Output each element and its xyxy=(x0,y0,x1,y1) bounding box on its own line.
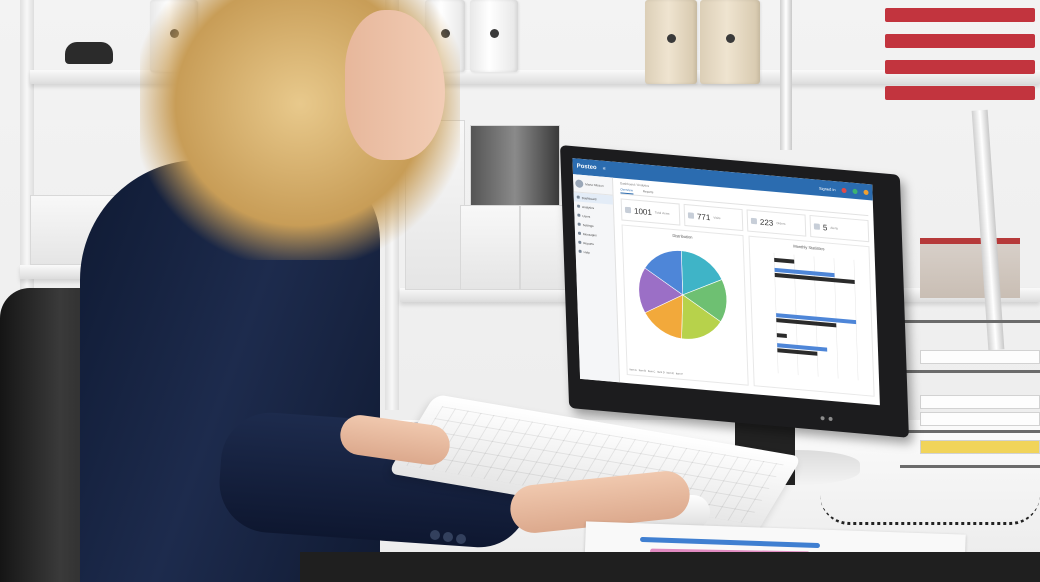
binder-beige xyxy=(700,0,760,84)
sidebar-item-label: Analytics xyxy=(581,204,595,210)
nav-icon xyxy=(576,195,580,199)
stat-label: Visits xyxy=(713,215,721,221)
sidebar-item-label: Dashboard xyxy=(581,195,597,201)
legend-entry: Item B xyxy=(638,369,646,373)
red-tray xyxy=(885,86,1035,100)
pie-panel: Distribution Item A Item B Item C Item D Ite… xyxy=(621,224,749,386)
monitor: Posteo ≡ Signed in Marta Nilsson Dashboa… xyxy=(560,145,909,438)
pie-chart xyxy=(638,250,728,340)
bar-chart xyxy=(773,252,858,381)
red-tray xyxy=(885,60,1035,74)
nav-icon xyxy=(578,249,582,253)
stat-value: 1001 xyxy=(633,206,652,217)
binder xyxy=(470,0,518,72)
stat-label: Alerts xyxy=(830,225,839,231)
bar-1-series-2 xyxy=(773,257,794,264)
stat-icon xyxy=(813,223,821,230)
red-tray xyxy=(885,8,1035,22)
magazine-folder xyxy=(460,205,520,290)
app-sidebar: Marta Nilsson Dashboard Analytics Users Set… xyxy=(572,174,621,383)
desk-edge xyxy=(300,552,1040,582)
sidebar-item-label: Help xyxy=(583,249,590,255)
profile-name: Marta Nilsson xyxy=(585,181,604,188)
stat-card: 223 Orders xyxy=(746,209,807,237)
stat-value: 771 xyxy=(696,211,711,222)
legend-entry: Item D xyxy=(657,370,665,375)
nav-icon xyxy=(577,213,581,217)
avatar xyxy=(575,178,584,188)
lamp-pole xyxy=(780,0,792,150)
nav-icon xyxy=(577,204,581,208)
bar-panel: Monthly Statistics xyxy=(747,235,875,397)
app-content: Dashboard / Analytics Overview Reports 1… xyxy=(615,178,880,405)
menu-icon: ≡ xyxy=(602,165,606,173)
stapler xyxy=(65,42,113,64)
office-scene: Posteo ≡ Signed in Marta Nilsson Dashboa… xyxy=(0,0,1040,582)
legend-entry: Item A xyxy=(629,368,637,372)
pie-legend: Item A Item B Item C Item D Item E Item F xyxy=(630,368,746,381)
stat-icon xyxy=(687,212,695,219)
status-dot xyxy=(841,187,847,193)
nav-icon xyxy=(577,222,581,226)
legend-entry: Item C xyxy=(647,369,656,374)
stat-value: 223 xyxy=(759,217,774,228)
stat-icon xyxy=(750,217,758,225)
status-dot xyxy=(852,188,858,194)
sidebar-item-label: Reports xyxy=(583,240,594,246)
binder-beige xyxy=(645,0,697,84)
stat-label: Orders xyxy=(776,221,786,226)
wire-document-tray xyxy=(900,290,1040,490)
stat-card: 771 Visits xyxy=(683,203,744,232)
folder-files xyxy=(470,125,560,215)
sidebar-item-label: Messages xyxy=(582,231,597,237)
tab-reports[interactable]: Reports xyxy=(643,189,654,196)
storage-box xyxy=(920,238,1020,298)
nav-icon xyxy=(578,240,582,244)
stat-card: 1001 Total views xyxy=(620,198,681,226)
stat-card: 5 Alerts xyxy=(809,214,870,243)
stat-icon xyxy=(624,206,632,214)
sidebar-item-label: Users xyxy=(582,213,591,219)
tab-overview[interactable]: Overview xyxy=(620,187,633,195)
stat-value: 5 xyxy=(822,222,828,233)
nav-icon xyxy=(577,231,582,235)
bar-6-series-2 xyxy=(776,333,787,338)
red-tray xyxy=(885,34,1035,48)
monitor-screen: Posteo ≡ Signed in Marta Nilsson Dashboa… xyxy=(572,158,880,406)
sidebar-item-label: Settings xyxy=(582,222,594,228)
legend-entry: Item F xyxy=(675,372,684,376)
user-text: Signed in xyxy=(818,185,836,192)
monitor-buttons xyxy=(820,416,833,422)
phone-cord xyxy=(820,495,1040,525)
status-dot xyxy=(863,189,869,195)
app-brand: Posteo xyxy=(576,163,597,172)
stat-label: Total views xyxy=(654,210,670,216)
legend-entry: Item E xyxy=(666,371,674,376)
